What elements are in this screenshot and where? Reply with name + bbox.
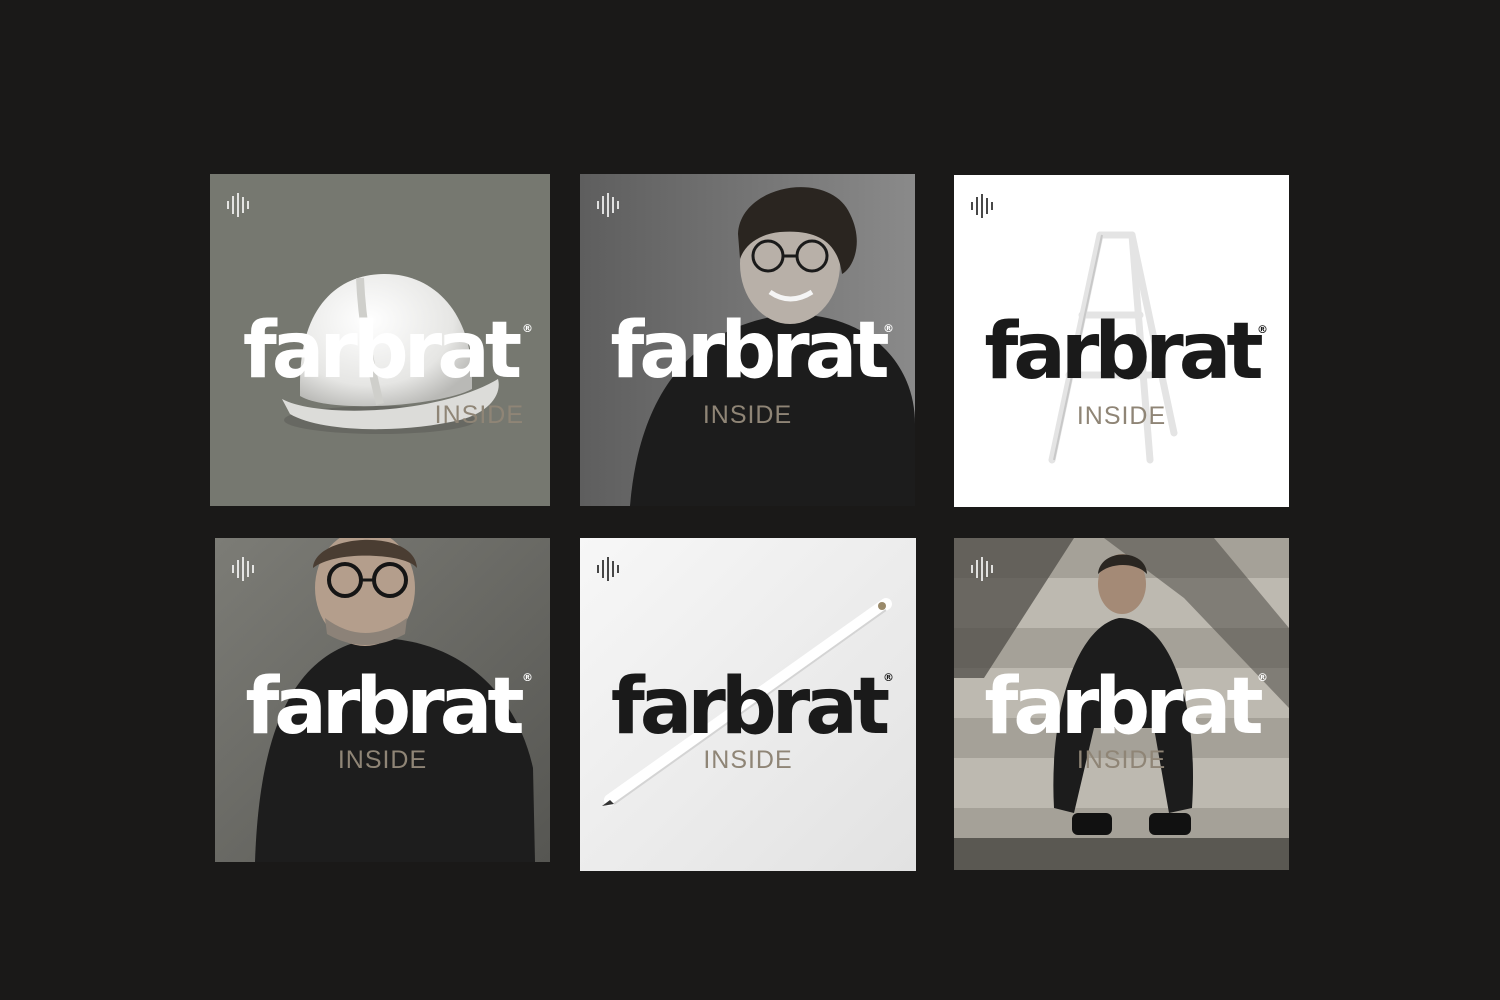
brand-wordmark: farbrat (610, 306, 889, 396)
podcast-cover-young-man[interactable]: farbrat ® INSIDE (580, 174, 915, 506)
soundwave-icon (971, 557, 993, 581)
registered-mark: ® (522, 671, 533, 684)
soundwave-icon (227, 193, 249, 217)
brand-wordmark: farbrat (984, 307, 1263, 397)
soundwave-icon (597, 557, 619, 581)
podcast-cover-hardhat[interactable]: farbrat ® INSIDE (210, 174, 550, 506)
registered-mark: ® (883, 671, 894, 684)
brand-subtitle: INSIDE (702, 401, 793, 429)
podcast-cover-pencil[interactable]: farbrat ® INSIDE (580, 538, 916, 871)
brand-wordmark: farbrat (984, 662, 1263, 752)
registered-mark: ® (1257, 323, 1268, 336)
soundwave-icon (971, 194, 993, 218)
soundwave-icon (232, 557, 254, 581)
podcast-cover-ladder[interactable]: farbrat ® INSIDE (954, 175, 1289, 507)
brand-subtitle: INSIDE (1076, 746, 1167, 774)
registered-mark: ® (883, 322, 894, 335)
brand-wordmark: farbrat (245, 662, 524, 752)
registered-mark: ® (522, 322, 533, 335)
brand-subtitle: INSIDE (434, 401, 524, 429)
podcast-cover-steps[interactable]: farbrat ® INSIDE (954, 538, 1289, 870)
soundwave-icon (597, 193, 619, 217)
podcast-cover-older-man[interactable]: farbrat ® INSIDE (215, 538, 550, 862)
brand-subtitle: INSIDE (1076, 402, 1167, 430)
brand-wordmark: farbrat (242, 306, 522, 396)
brand-subtitle: INSIDE (337, 746, 428, 774)
brand-wordmark: farbrat (610, 662, 890, 752)
brand-subtitle: INSIDE (703, 746, 793, 774)
registered-mark: ® (1257, 671, 1268, 684)
